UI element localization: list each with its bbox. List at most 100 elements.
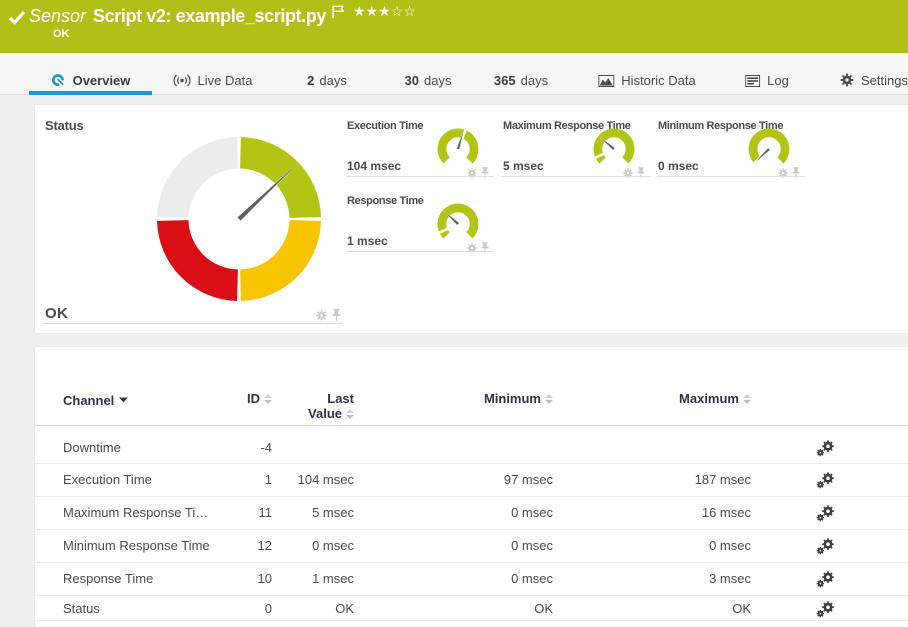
cell-last-value [254, 426, 354, 463]
gauge-tile-execution-time: Execution Time 104 msec [346, 113, 494, 188]
cell-channel: Maximum Response Time [63, 497, 213, 529]
channel-settings-icon[interactable] [809, 464, 841, 496]
gauge-tile-value: 104 msec [347, 159, 401, 173]
sort-icon [346, 407, 354, 422]
table-row[interactable]: Downtime -4 [35, 426, 908, 464]
cell-last-value: OK [254, 596, 354, 620]
pin-icon[interactable] [792, 165, 800, 183]
pin-icon[interactable] [637, 165, 645, 183]
table-body: Downtime -4 Execution Time 1 104 msec 97… [35, 426, 908, 621]
tab-settings[interactable]: Settings [840, 53, 908, 94]
gauge-tile-divider [346, 176, 494, 177]
channel-settings-icon[interactable] [809, 426, 841, 463]
tab-30-days-label: days [424, 73, 451, 88]
cell-channel: Response Time [63, 563, 213, 595]
sort-icon [264, 392, 272, 407]
tab-365-days[interactable]: 365 days [494, 53, 548, 94]
tab-live-data[interactable]: Live Data [174, 53, 253, 94]
gauge-tile-response-time: Response Time 1 msec [346, 188, 494, 263]
table-row[interactable]: Maximum Response Time 11 5 msec 0 msec 1… [35, 497, 908, 530]
cell-last-value: 5 msec [254, 497, 354, 529]
cell-minimum: 0 msec [403, 530, 553, 562]
pin-icon[interactable] [481, 165, 489, 183]
sort-icon [545, 392, 553, 407]
gauge-tile-value: 1 msec [347, 234, 388, 248]
channel-settings-icon[interactable] [809, 530, 841, 562]
column-header-id-label: ID [247, 391, 260, 406]
cell-maximum: 16 msec [601, 497, 751, 529]
cell-maximum [601, 426, 751, 463]
column-header-channel-label: Channel [63, 393, 114, 408]
table-row[interactable]: Minimum Response Time 12 0 msec 0 msec 0… [35, 530, 908, 563]
tab-live-data-label: Live Data [198, 73, 253, 88]
gauge-icon [51, 73, 66, 87]
tab-log-label: Log [767, 73, 789, 88]
status-tile-divider [43, 323, 342, 324]
cell-minimum: 0 msec [403, 497, 553, 529]
sensor-overview-page: Sensor Script v2: example_script.py ★★★☆… [0, 0, 908, 627]
gauge-tile-title: Response Time [347, 195, 424, 207]
gauge-tile-maximum-response-time: Maximum Response Time 5 msec [502, 113, 650, 188]
tab-2-days-number: 2 [307, 73, 314, 88]
tab-overview-label: Overview [73, 73, 131, 88]
tab-historic-data-label: Historic Data [621, 73, 695, 88]
cell-last-value: 1 msec [254, 563, 354, 595]
sensor-header-bar: Sensor Script v2: example_script.py ★★★☆… [0, 0, 908, 53]
gauges-panel: Status OK [34, 104, 908, 334]
cell-channel: Execution Time [63, 464, 213, 496]
channels-table-panel: Channel ID Last Value Minimum Maximum Do… [34, 346, 908, 627]
tab-2-days-label: days [319, 73, 346, 88]
cell-channel: Downtime [63, 426, 213, 463]
cell-minimum: OK [403, 596, 553, 620]
gear-icon[interactable] [467, 240, 477, 258]
object-kind-label: Sensor [29, 4, 86, 28]
cell-last-value: 0 msec [254, 530, 354, 562]
log-icon [745, 75, 760, 87]
tab-2-days[interactable]: 2 days [307, 53, 347, 94]
page-title: Script v2: example_script.py [93, 4, 326, 28]
gear-icon[interactable] [778, 165, 788, 183]
table-row[interactable]: Response Time 10 1 msec 0 msec 3 msec [35, 563, 908, 596]
gauge-tile-minimum-response-time: Minimum Response Time 0 msec [657, 113, 805, 188]
tab-365-days-number: 365 [494, 73, 516, 88]
tab-settings-label: Settings [861, 73, 908, 88]
channel-settings-icon[interactable] [809, 563, 841, 595]
cell-maximum: 187 msec [601, 464, 751, 496]
cell-channel: Status [63, 596, 213, 620]
sort-icon [743, 392, 751, 407]
tab-bar: Overview Live Data 2 days 30 days 365 [0, 53, 908, 95]
channel-settings-icon[interactable] [809, 497, 841, 529]
cell-minimum: 0 msec [403, 563, 553, 595]
cell-maximum: OK [601, 596, 751, 620]
status-gauge [153, 133, 325, 305]
tab-historic-data[interactable]: Historic Data [598, 53, 695, 94]
tab-30-days[interactable]: 30 days [405, 53, 452, 94]
table-row[interactable]: Status 0 OK OK OK [35, 596, 908, 621]
column-header-minimum-label: Minimum [484, 391, 541, 406]
flag-icon[interactable] [332, 5, 345, 24]
table-row[interactable]: Execution Time 1 104 msec 97 msec 187 ms… [35, 464, 908, 497]
cell-last-value: 104 msec [254, 464, 354, 496]
tab-log[interactable]: Log [745, 53, 789, 94]
cell-channel: Minimum Response Time [63, 530, 213, 562]
gauge-tile-value: 5 msec [503, 159, 544, 173]
status-check-icon [8, 10, 26, 30]
gear-icon[interactable] [623, 165, 633, 183]
gear-icon[interactable] [467, 165, 477, 183]
gauge-tile-divider [502, 176, 650, 177]
sensor-status-badge: OK [53, 28, 70, 40]
tab-365-days-label: days [521, 73, 548, 88]
priority-stars[interactable]: ★★★☆☆ [353, 3, 416, 19]
chevron-down-icon [119, 391, 128, 406]
tab-30-days-number: 30 [405, 73, 419, 88]
pin-icon[interactable] [481, 240, 489, 258]
gauge-tile-divider [346, 251, 494, 252]
historic-data-icon [598, 75, 614, 87]
channel-settings-icon[interactable] [809, 596, 841, 620]
tab-overview[interactable]: Overview [29, 53, 152, 94]
cell-maximum: 0 msec [601, 530, 751, 562]
status-tile-title: Status [45, 118, 84, 133]
gauge-tile-divider [657, 176, 805, 177]
gauge-tile-value: 0 msec [658, 159, 699, 173]
gauge-tile-title: Execution Time [347, 120, 423, 132]
